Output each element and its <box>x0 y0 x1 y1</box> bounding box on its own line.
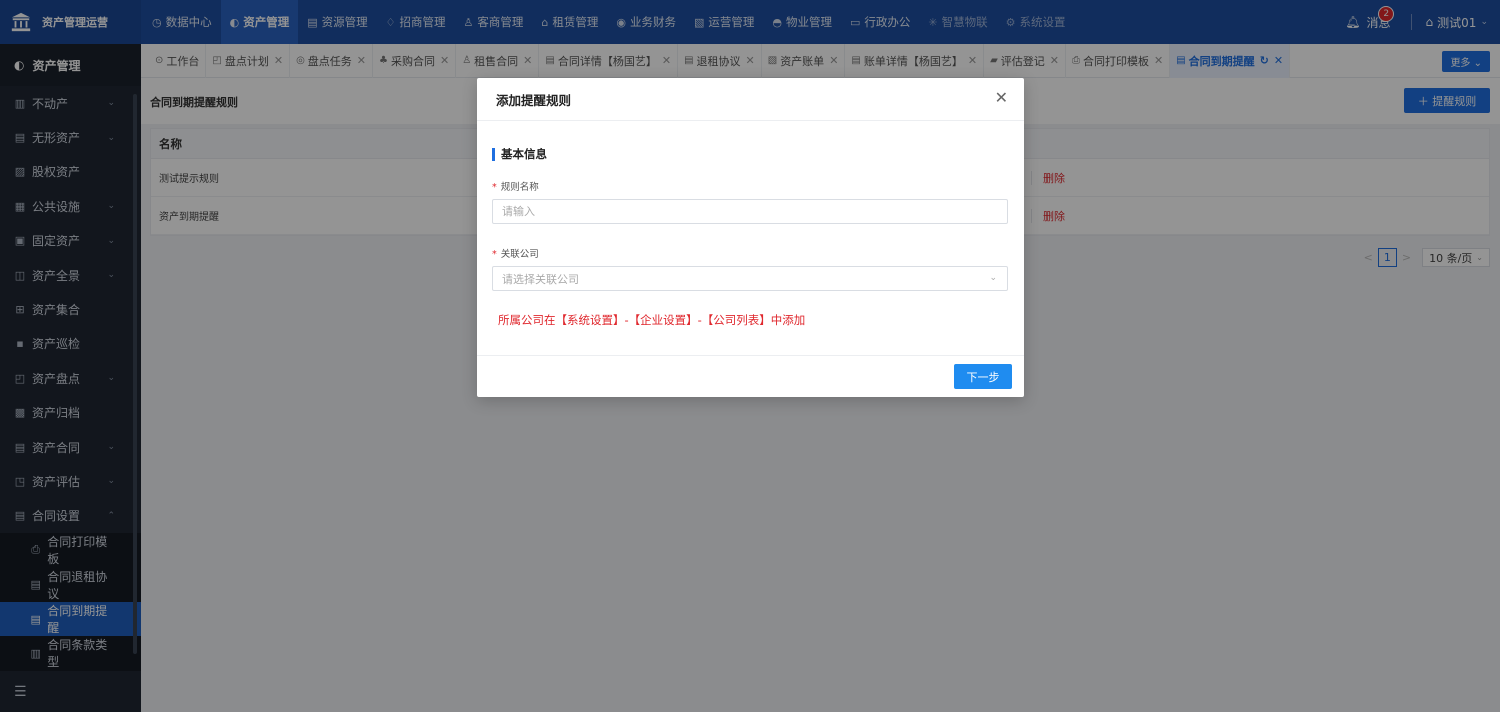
add-rule-dialog: 添加提醒规则 ✕ 基本信息 *规则名称 *关联公司 请选择关联公司 ⌄ 所属公司… <box>477 78 1024 397</box>
company-select-placeholder: 请选择关联公司 <box>502 272 579 286</box>
company-label-text: 关联公司 <box>500 249 539 260</box>
rule-name-label: * 规则名称 <box>492 179 539 193</box>
section-accent-bar <box>492 147 495 161</box>
dialog-header: 添加提醒规则 ✕ <box>477 78 1024 121</box>
chevron-down-icon: ⌄ <box>989 273 997 283</box>
company-hint: 所属公司在【系统设置】-【企业设置】-【公司列表】中添加 <box>498 313 806 327</box>
rule-name-input[interactable] <box>492 199 1008 224</box>
dialog-footer: 下一步 <box>477 355 1024 397</box>
company-select[interactable]: 请选择关联公司 ⌄ <box>492 266 1008 291</box>
close-icon[interactable]: ✕ <box>995 90 1008 106</box>
required-marker: * <box>492 182 497 193</box>
next-step-button[interactable]: 下一步 <box>954 364 1012 389</box>
company-label: * 关联公司 <box>492 246 539 260</box>
section-title: 基本信息 <box>492 146 547 162</box>
rule-name-label-text: 规则名称 <box>500 182 539 193</box>
required-marker: * <box>492 249 497 260</box>
section-title-label: 基本信息 <box>501 147 547 161</box>
dialog-title: 添加提醒规则 <box>496 92 572 108</box>
